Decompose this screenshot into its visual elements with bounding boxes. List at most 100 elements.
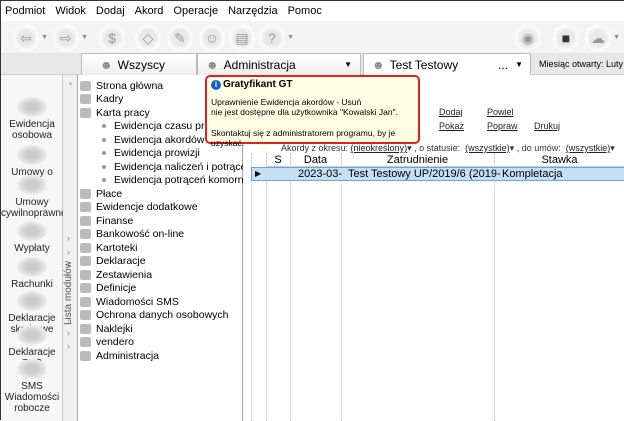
tree-item-label: Bankowość on-line [96,228,185,241]
box-icon[interactable]: ■ [553,25,579,51]
show-link[interactable]: Pokaż [439,121,464,131]
tree-item-label: Ewidencja naliczeń i potrąceń [114,160,253,173]
cell-data: 2023-03- [298,168,343,180]
chevron-right-icon: › [67,328,70,338]
tree-item[interactable]: Zestawienia [80,268,152,282]
chevron-down-icon: ▼ [515,60,523,69]
menu-operacje[interactable]: Operacje [173,5,218,17]
nav-label: SMS Wiadomości robocze [4,381,60,414]
module-selector[interactable]: ☻ Administracja ▼ [197,53,361,75]
cloud-icon[interactable]: ☁ ▼ [585,25,620,51]
menu-pomoc[interactable]: Pomoc [288,5,322,17]
tree-item[interactable]: Kartoteki [80,241,137,255]
tree-item[interactable]: Ochrona danych osobowych [80,309,229,323]
tree-item[interactable]: Wiadomości SMS [80,295,179,309]
nav-rachunki[interactable]: Rachunki [1,257,63,290]
pin-icon[interactable]: ◔ [67,79,72,89]
tree-item[interactable]: Ewidencja akordów [100,133,204,147]
nav-umowy-cywilnoprawne[interactable]: Umowy cywilnoprawne [1,175,67,219]
contract-dropdown[interactable]: (wszystkie) [566,143,611,153]
tree-item-label: vendero [96,336,134,349]
status-dropdown[interactable]: (wszystkie) [465,143,510,153]
print-icon[interactable]: ▤ [229,25,255,51]
help-icon[interactable]: ? ▼ [259,25,294,51]
column-s[interactable]: S [266,153,290,167]
zus-icon [17,325,47,345]
tree-item-label: Naklejki [96,322,133,335]
tooltip-line: nie jest dostępne dla użytkownika "Kowal… [211,107,398,117]
invoice-icon [17,257,47,277]
module-icon [80,337,91,348]
module-icon [80,202,91,213]
column-stawka[interactable]: Stawka [494,153,624,167]
column-data[interactable]: Data [290,153,341,167]
nav-wyplaty[interactable]: Wypłaty [1,221,63,254]
tree-item[interactable]: Naklejki [80,322,133,336]
employee-label: Test Testowy [389,57,459,72]
tax-icon [17,291,47,311]
people-icon [17,97,47,117]
tree-item[interactable]: Ewidencja potrąceń komorniczy [100,174,262,188]
duplicate-link[interactable]: Powiel [487,107,514,117]
module-icon [80,269,91,280]
print-link[interactable]: Drukuj [534,121,560,131]
tree-item[interactable]: Ewidencja prowizji [100,147,200,161]
tree-item[interactable]: Bankowość on-line [80,228,184,242]
piecework-grid: S Data Zatrudnienie Stawka ▶ 2023-03- Te… [249,153,624,421]
menu-narzedzia[interactable]: Narzędzia [228,5,278,17]
module-list-strip[interactable]: ◔ › › › › › › Lista modułów [63,75,78,421]
contract-icon [17,175,47,195]
edit-link[interactable]: Popraw [487,121,518,131]
tree-item[interactable]: Karta pracy [80,106,150,120]
nav-sms[interactable]: SMS Wiadomości robocze [1,359,63,414]
nav-label: Ewidencja osobowa [9,119,55,141]
menu-dodaj[interactable]: Dodaj [96,5,125,17]
tree-item[interactable]: Płace [80,187,122,201]
globe-icon[interactable]: ◉ [515,25,541,51]
tree-item-label: Ewidencja prowizji [114,147,200,160]
cell-stawka: Kompletacja [502,168,563,180]
document-icon[interactable]: ◇ [135,25,161,51]
chevron-right-icon: › [67,341,70,351]
info-icon: i [211,80,221,91]
context-bar: ☻ Wszyscy ☻ Administracja ▼ ☻ Test Testowy..… [1,53,624,75]
app-window: Podmiot Widok Dodaj Akord Operacje Narzę… [0,0,624,421]
tree-item[interactable]: Kadry [80,93,123,107]
menu-akord[interactable]: Akord [135,5,164,17]
more-button[interactable]: ... [498,58,508,72]
back-button[interactable]: ⇦ ▼ [13,25,48,51]
open-month: Miesiąc otwarty: Luty [539,59,624,69]
tree-item[interactable]: Ewidencje dodatkowe [80,201,198,215]
add-link[interactable]: Dodaj [439,107,463,117]
group-selector[interactable]: ☻ Wszyscy [81,53,197,75]
forward-button[interactable]: ⇨ ▼ [53,25,88,51]
edit-icon[interactable]: ✎ [167,25,193,51]
tree-item[interactable]: Deklaracje [80,255,146,269]
group-label: Wszyscy [117,57,165,72]
module-icon [80,80,91,91]
column-zatrudnienie[interactable]: Zatrudnienie [341,153,494,167]
home-icon[interactable]: $ [99,25,125,51]
nav-ewidencja-osobowa[interactable]: Ewidencja osobowa [1,97,63,141]
tree-item[interactable]: Finanse [80,214,133,228]
tree-item[interactable]: Strona główna [80,79,163,93]
menu-podmiot[interactable]: Podmiot [5,5,45,17]
nav-label: Rachunki [11,279,53,290]
tree-item-label: Wiadomości SMS [96,295,179,308]
tree-item[interactable]: Ewidencja czasu pracy [100,120,221,134]
tree-item[interactable]: Definicje [80,282,136,296]
tooltip-title: Gratyfikant GT [223,79,293,90]
module-icon [102,124,106,129]
module-list-label: Lista modułów [63,261,74,325]
tree-item-label: Ewidencja potrąceń komorniczy [114,174,262,187]
tree-item[interactable]: Ewidencja naliczeń i potrąceń [100,160,252,174]
tree-item-label: Karta pracy [96,106,150,119]
employee-selector[interactable]: ☻ Test Testowy... ▼ [363,53,531,75]
module-icon [102,178,106,183]
table-row[interactable]: ▶ 2023-03- Test Testowy UP/2019/6 (2019-… [251,167,624,181]
tree-item[interactable]: vendero [80,336,134,350]
tree-item[interactable]: Administracja [80,349,159,363]
status-label: , o statusie: [414,143,461,153]
users-icon[interactable]: ☺ [199,25,225,51]
menu-widok[interactable]: Widok [55,5,86,17]
